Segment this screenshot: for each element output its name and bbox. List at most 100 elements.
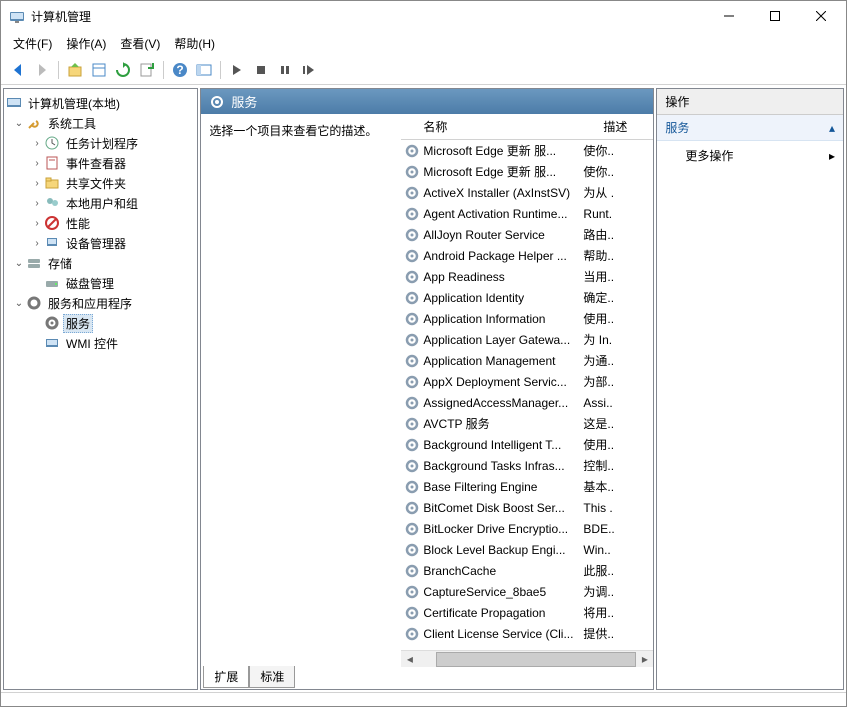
scroll-right-icon[interactable]: ▸ <box>636 652 653 666</box>
gear-icon <box>404 227 420 243</box>
service-row[interactable]: BitLocker Drive Encryptio... BDE.. <box>401 518 653 539</box>
service-row[interactable]: Android Package Helper ... 帮助.. <box>401 245 653 266</box>
chevron-right-icon[interactable]: › <box>30 178 44 189</box>
service-row[interactable]: Application Layer Gatewa... 为 In. <box>401 329 653 350</box>
service-name: BitLocker Drive Encryptio... <box>423 522 583 536</box>
service-row[interactable]: Agent Activation Runtime... Runt. <box>401 203 653 224</box>
scroll-thumb[interactable] <box>436 652 636 667</box>
horizontal-scrollbar[interactable]: ◂ ▸ <box>401 650 653 667</box>
tree-item[interactable]: › 共享文件夹 <box>4 173 197 193</box>
show-hide-button[interactable] <box>193 59 215 81</box>
gear-icon <box>404 542 420 558</box>
chevron-right-icon[interactable]: › <box>30 218 44 229</box>
service-name: Application Layer Gatewa... <box>423 333 583 347</box>
menu-help[interactable]: 帮助(H) <box>168 33 221 54</box>
play-button[interactable] <box>226 59 248 81</box>
gear-icon <box>404 563 420 579</box>
service-row[interactable]: App Readiness 当用.. <box>401 266 653 287</box>
col-name[interactable]: 名称 <box>417 114 597 139</box>
service-row[interactable]: Microsoft Edge 更新 服... 使你.. <box>401 161 653 182</box>
tree-item-icon <box>44 315 60 331</box>
tree-svcapps[interactable]: ⌄ 服务和应用程序 <box>4 293 197 313</box>
gear-icon <box>404 626 420 642</box>
tree-item-label: 性能 <box>63 214 93 233</box>
tree-item[interactable]: › 本地用户和组 <box>4 193 197 213</box>
service-name: Certificate Propagation <box>423 606 583 620</box>
computer-icon <box>6 95 22 111</box>
tree-item[interactable]: 磁盘管理 <box>4 273 197 293</box>
service-row[interactable]: Background Intelligent T... 使用.. <box>401 434 653 455</box>
menu-file[interactable]: 文件(F) <box>7 33 58 54</box>
restart-button[interactable] <box>298 59 320 81</box>
menu-action[interactable]: 操作(A) <box>60 33 112 54</box>
service-row[interactable]: Application Identity 确定.. <box>401 287 653 308</box>
service-row[interactable]: Microsoft Edge 更新 服... 使你.. <box>401 140 653 161</box>
chevron-down-icon[interactable]: ⌄ <box>12 258 26 269</box>
col-desc[interactable]: 描述 <box>597 114 637 139</box>
service-row[interactable]: AssignedAccessManager... Assi.. <box>401 392 653 413</box>
tree-item[interactable]: › 任务计划程序 <box>4 133 197 153</box>
service-desc: 为部.. <box>583 373 623 390</box>
minimize-button[interactable] <box>706 1 752 31</box>
tree-item[interactable]: › 性能 <box>4 213 197 233</box>
tree-root[interactable]: 计算机管理(本地) <box>4 93 197 113</box>
actions-category[interactable]: 服务 ▴ <box>657 115 843 141</box>
collapse-icon[interactable]: ▴ <box>829 121 835 135</box>
menu-view[interactable]: 查看(V) <box>114 33 166 54</box>
tab-extended[interactable]: 扩展 <box>203 666 249 688</box>
help-button[interactable]: ? <box>169 59 191 81</box>
service-row[interactable]: BitComet Disk Boost Ser... This . <box>401 497 653 518</box>
tree-item[interactable]: › 设备管理器 <box>4 233 197 253</box>
service-name: Background Tasks Infras... <box>423 459 583 473</box>
gear-icon <box>404 416 420 432</box>
service-desc: 帮助.. <box>583 247 623 264</box>
close-button[interactable] <box>798 1 844 31</box>
service-row[interactable]: AllJoyn Router Service 路由.. <box>401 224 653 245</box>
back-button[interactable] <box>7 59 29 81</box>
service-row[interactable]: AppX Deployment Servic... 为部.. <box>401 371 653 392</box>
pause-button[interactable] <box>274 59 296 81</box>
column-headers[interactable]: 名称 描述 <box>401 114 653 140</box>
service-row[interactable]: BranchCache 此服.. <box>401 560 653 581</box>
stop-button[interactable] <box>250 59 272 81</box>
gear-icon <box>209 94 225 110</box>
action-more[interactable]: 更多操作 ▸ <box>657 141 843 170</box>
service-name: Microsoft Edge 更新 服... <box>423 142 583 159</box>
service-desc: 使用.. <box>583 436 623 453</box>
service-desc: 当用.. <box>583 268 623 285</box>
storage-icon <box>26 255 42 271</box>
scroll-left-icon[interactable]: ◂ <box>401 652 418 666</box>
service-row[interactable]: Base Filtering Engine 基本.. <box>401 476 653 497</box>
chevron-right-icon[interactable]: › <box>30 158 44 169</box>
chevron-right-icon[interactable]: › <box>30 138 44 149</box>
tree-item[interactable]: › 事件查看器 <box>4 153 197 173</box>
maximize-button[interactable] <box>752 1 798 31</box>
export-button[interactable] <box>136 59 158 81</box>
tree-systools[interactable]: ⌄ 系统工具 <box>4 113 197 133</box>
service-row[interactable]: Application Information 使用.. <box>401 308 653 329</box>
tree-storage[interactable]: ⌄ 存储 <box>4 253 197 273</box>
service-row[interactable]: Block Level Backup Engi... Win.. <box>401 539 653 560</box>
service-name: ActiveX Installer (AxInstSV) <box>423 186 583 200</box>
service-row[interactable]: CaptureService_8bae5 为调.. <box>401 581 653 602</box>
chevron-down-icon[interactable]: ⌄ <box>12 118 26 129</box>
refresh-button[interactable] <box>112 59 134 81</box>
service-row[interactable]: AVCTP 服务 这是.. <box>401 413 653 434</box>
forward-button[interactable] <box>31 59 53 81</box>
service-row[interactable]: Certificate Propagation 将用.. <box>401 602 653 623</box>
up-button[interactable] <box>64 59 86 81</box>
service-row[interactable]: Application Management 为通.. <box>401 350 653 371</box>
chevron-down-icon[interactable]: ⌄ <box>12 298 26 309</box>
tab-standard[interactable]: 标准 <box>249 666 295 688</box>
service-row[interactable]: Background Tasks Infras... 控制.. <box>401 455 653 476</box>
chevron-right-icon[interactable]: › <box>30 198 44 209</box>
properties-button[interactable] <box>88 59 110 81</box>
service-row[interactable]: ActiveX Installer (AxInstSV) 为从 . <box>401 182 653 203</box>
service-row[interactable]: Client License Service (Cli... 提供.. <box>401 623 653 644</box>
tree-item[interactable]: 服务 <box>4 313 197 333</box>
chevron-right-icon[interactable]: › <box>30 238 44 249</box>
services-list[interactable]: 名称 描述 Microsoft Edge 更新 服... 使你.. Micros… <box>401 114 653 667</box>
tree-item-icon <box>44 175 60 191</box>
nav-tree[interactable]: 计算机管理(本地) ⌄ 系统工具 › 任务计划程序 › 事件查看器 › 共享文件… <box>3 88 198 690</box>
tree-item[interactable]: WMI 控件 <box>4 333 197 353</box>
